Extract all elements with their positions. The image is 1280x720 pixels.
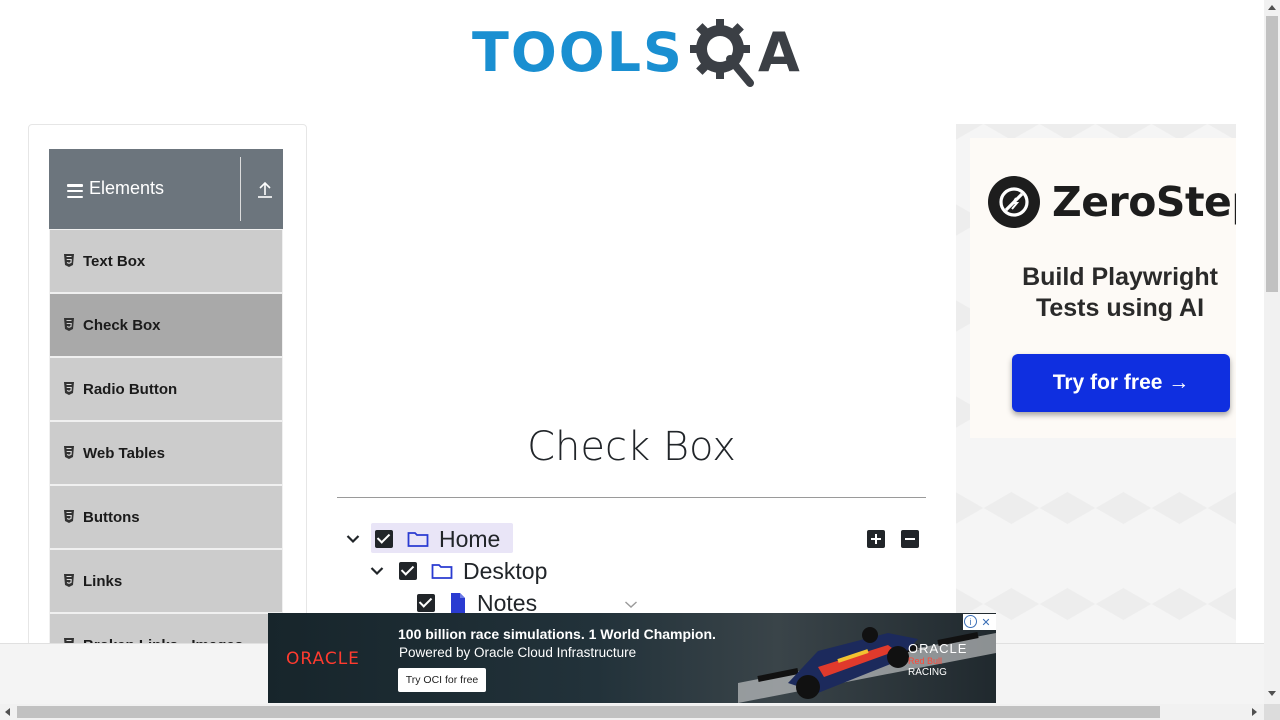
logo-tools-text: TOOLS <box>472 21 684 84</box>
chevron-down-icon <box>370 567 384 576</box>
sidebar-item-web-tables[interactable]: Web Tables <box>49 421 283 485</box>
close-icon[interactable]: ✕ <box>978 614 994 630</box>
elements-group-header[interactable]: Elements <box>49 149 283 229</box>
expand-toggle-home[interactable] <box>343 529 363 549</box>
oracle-redbull-partner-logo: ORACLE Red Bull RACING <box>908 641 968 678</box>
logo-a-text: A <box>757 21 800 84</box>
sidebar-item-label: Web Tables <box>83 444 165 462</box>
vertical-scroll-thumb[interactable] <box>1266 16 1278 292</box>
ad-headline: Build Playwright Tests using AI <box>970 262 1236 324</box>
group-title: Elements <box>89 177 165 198</box>
gear-magnifier-icon <box>689 19 754 87</box>
chevron-down-icon <box>625 601 637 608</box>
zerostep-mark-icon <box>988 176 1040 228</box>
scroll-down-arrow-icon[interactable] <box>1268 691 1276 696</box>
home-checkbox[interactable] <box>375 530 393 548</box>
sidebar-item-check-box[interactable]: Check Box <box>49 293 283 357</box>
sidebar-item-label: Check Box <box>83 316 161 334</box>
page-title: Check Box <box>527 424 736 470</box>
vertical-scrollbar[interactable] <box>1264 0 1280 704</box>
ad-brand-name: ZeroStep <box>1052 178 1236 226</box>
horizontal-scroll-thumb[interactable] <box>17 706 1160 718</box>
desktop-checkbox[interactable] <box>399 562 417 580</box>
try-oci-button[interactable]: Try OCI for free <box>398 668 486 692</box>
scroll-right-arrow-icon[interactable] <box>1252 708 1257 716</box>
ad-choices: i ✕ <box>963 614 996 630</box>
hamburger-icon <box>67 184 83 198</box>
sidebar-item-buttons[interactable]: Buttons <box>49 485 283 549</box>
ad-card: ZeroStep Build Playwright Tests using AI… <box>970 138 1236 438</box>
expand-all-button[interactable] <box>867 530 885 548</box>
html5-icon <box>64 317 74 331</box>
tree-node-label[interactable]: Home <box>439 526 500 553</box>
scrollbar-corner <box>1264 704 1280 720</box>
page-viewport: TOOLS A Elements Text Box Check Box Radi… <box>0 0 1264 704</box>
scroll-up-arrow-icon[interactable] <box>1268 5 1276 10</box>
ad-subline: Powered by Oracle Cloud Infrastructure <box>399 645 637 660</box>
oracle-logo: ORACLE <box>286 649 360 669</box>
ad-info-icon[interactable]: i <box>964 615 977 628</box>
tree-node-label[interactable]: Desktop <box>463 558 547 585</box>
html5-icon <box>64 381 74 395</box>
zerostep-ad[interactable]: ZeroStep Build Playwright Tests using AI… <box>956 124 1236 664</box>
left-navigation-panel: Elements Text Box Check Box Radio Button <box>28 124 307 704</box>
folder-icon <box>407 532 429 547</box>
sidebar-item-text-box[interactable]: Text Box <box>49 229 283 293</box>
collapse-all-button[interactable] <box>901 530 919 548</box>
chevron-down-icon <box>346 535 360 544</box>
sidebar-item-links[interactable]: Links <box>49 549 283 613</box>
sidebar-item-radio-button[interactable]: Radio Button <box>49 357 283 421</box>
html5-icon <box>64 509 74 523</box>
folder-icon <box>431 564 453 579</box>
sidebar-item-label: Radio Button <box>83 380 178 398</box>
file-icon <box>451 593 465 613</box>
zerostep-logo: ZeroStep <box>988 176 1236 228</box>
html5-icon <box>64 253 74 267</box>
title-divider <box>337 497 926 498</box>
toolsqa-logo[interactable]: TOOLS A <box>472 14 800 92</box>
try-for-free-button[interactable]: Try for free → <box>1012 354 1230 412</box>
html5-icon <box>64 573 74 587</box>
html5-icon <box>64 445 74 459</box>
collapse-upload-icon[interactable] <box>254 179 276 201</box>
ad-headline-line1: Build Playwright <box>1022 263 1218 291</box>
expand-toggle-desktop[interactable] <box>367 561 387 581</box>
ad-headline: 100 billion race simulations. 1 World Ch… <box>398 626 716 642</box>
horizontal-scrollbar[interactable] <box>0 704 1264 720</box>
tree-node-desktop: Desktop <box>367 555 547 587</box>
ad-headline-line2: Tests using AI <box>1035 294 1205 322</box>
notes-checkbox[interactable] <box>417 594 435 612</box>
sidebar-item-label: Links <box>83 572 123 590</box>
scroll-left-arrow-icon[interactable] <box>5 708 10 716</box>
tree-node-home: Home <box>343 523 500 555</box>
elements-menu-list: Text Box Check Box Radio Button Web Tabl… <box>49 229 283 677</box>
sidebar-item-label: Text Box <box>83 252 146 270</box>
logo-qa-mark: A <box>688 15 800 91</box>
header-divider <box>240 157 241 221</box>
oracle-banner-ad[interactable]: ORACLE 100 billion race simulations. 1 W… <box>268 613 996 703</box>
sidebar-item-label: Buttons <box>83 508 140 526</box>
